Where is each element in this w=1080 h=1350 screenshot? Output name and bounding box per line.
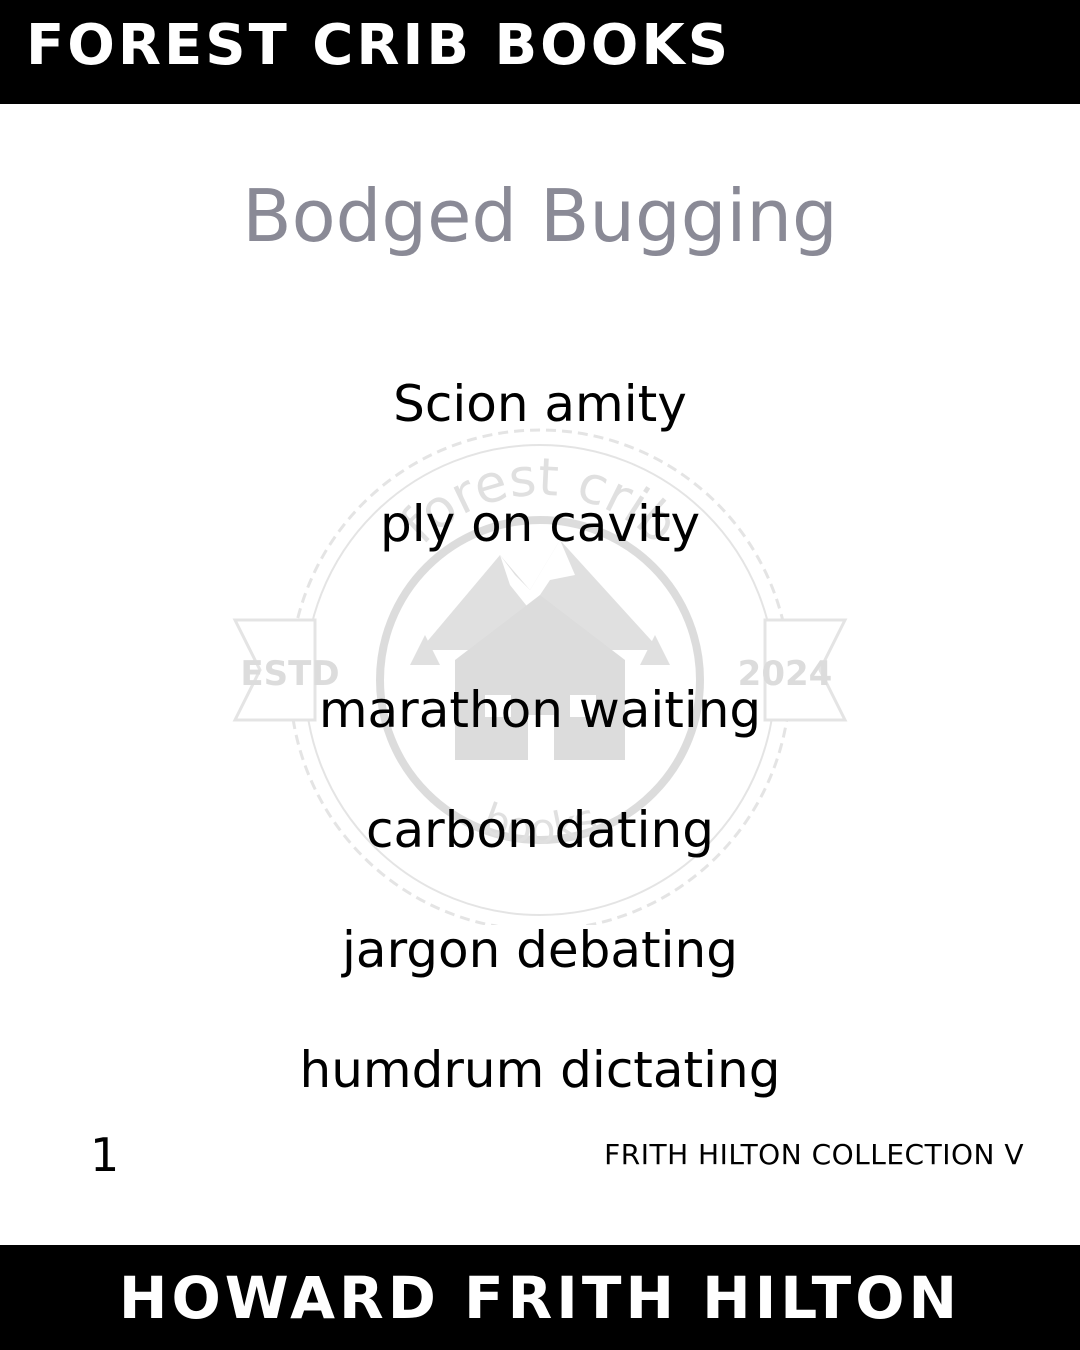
poem-line: Scion amity xyxy=(393,375,687,433)
page-number: 1 xyxy=(90,1128,120,1182)
poem-title: Bodged Bugging xyxy=(242,174,838,258)
poem-line: marathon waiting xyxy=(318,681,762,739)
publisher-name: Forest Crib Books xyxy=(26,13,732,78)
poem-line: carbon dating xyxy=(366,801,714,859)
book-page: Forest Crib Books ESTD 2024 forest crib … xyxy=(0,0,1080,1350)
header-bar: Forest Crib Books xyxy=(0,0,1080,104)
poem-line: humdrum dictating xyxy=(299,1041,781,1099)
poem-line: jargon debating xyxy=(342,921,738,979)
footer-bar: Howard Frith Hilton xyxy=(0,1245,1080,1350)
author-name: Howard Frith Hilton xyxy=(118,1264,962,1332)
poem-line: ply on cavity xyxy=(379,495,701,553)
collection-label: Frith Hilton Collection V xyxy=(604,1138,1024,1171)
